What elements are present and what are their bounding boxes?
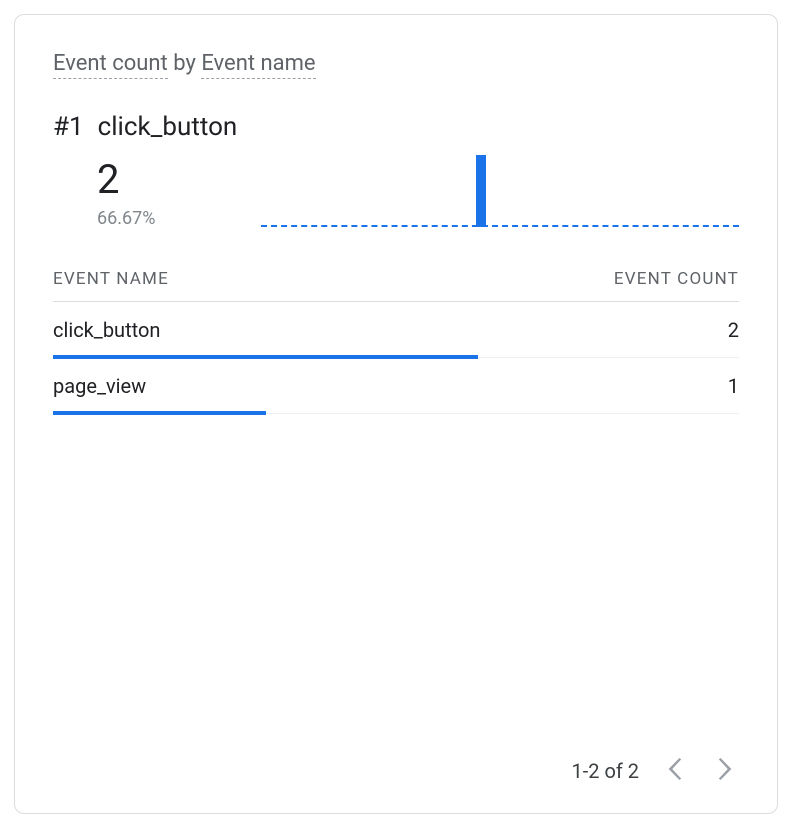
top-event-rank: #1 — [53, 112, 84, 142]
by-text: by — [168, 51, 202, 76]
pagination-label: 1-2 of 2 — [571, 759, 639, 783]
row-event-name: click_button — [53, 318, 160, 342]
table-row[interactable]: page_view 1 — [53, 358, 739, 414]
metric-link[interactable]: Event count — [53, 51, 168, 79]
sparkline-bar — [476, 155, 486, 227]
col-header-count: EVENT COUNT — [614, 269, 739, 289]
sparkline-chart — [261, 147, 739, 227]
top-event-block: #1 click_button 2 66.67% — [53, 112, 739, 229]
table-header-row: EVENT NAME EVENT COUNT — [53, 259, 739, 302]
row-bar — [53, 411, 266, 415]
col-header-name: EVENT NAME — [53, 269, 169, 289]
top-event-name: click_button — [98, 112, 238, 142]
top-event-stats: #1 click_button 2 66.67% — [53, 112, 237, 229]
chevron-left-icon — [668, 758, 682, 785]
dimension-link[interactable]: Event name — [201, 51, 315, 79]
row-event-name: page_view — [53, 374, 146, 398]
pagination: 1-2 of 2 — [53, 745, 739, 785]
event-count-card: Event count by Event name #1 click_butto… — [14, 14, 778, 814]
table-row[interactable]: click_button 2 — [53, 302, 739, 358]
row-event-count: 1 — [728, 374, 739, 398]
top-event-percent: 66.67% — [97, 208, 237, 229]
card-title: Event count by Event name — [53, 51, 739, 76]
chevron-right-icon — [718, 758, 732, 785]
table-body: click_button 2 page_view 1 — [53, 302, 739, 414]
pagination-prev-button[interactable] — [661, 757, 689, 785]
row-event-count: 2 — [728, 318, 739, 342]
top-event-heading: #1 click_button — [53, 112, 237, 142]
sparkline-baseline — [261, 225, 739, 227]
pagination-next-button[interactable] — [711, 757, 739, 785]
top-event-value: 2 — [97, 160, 237, 200]
